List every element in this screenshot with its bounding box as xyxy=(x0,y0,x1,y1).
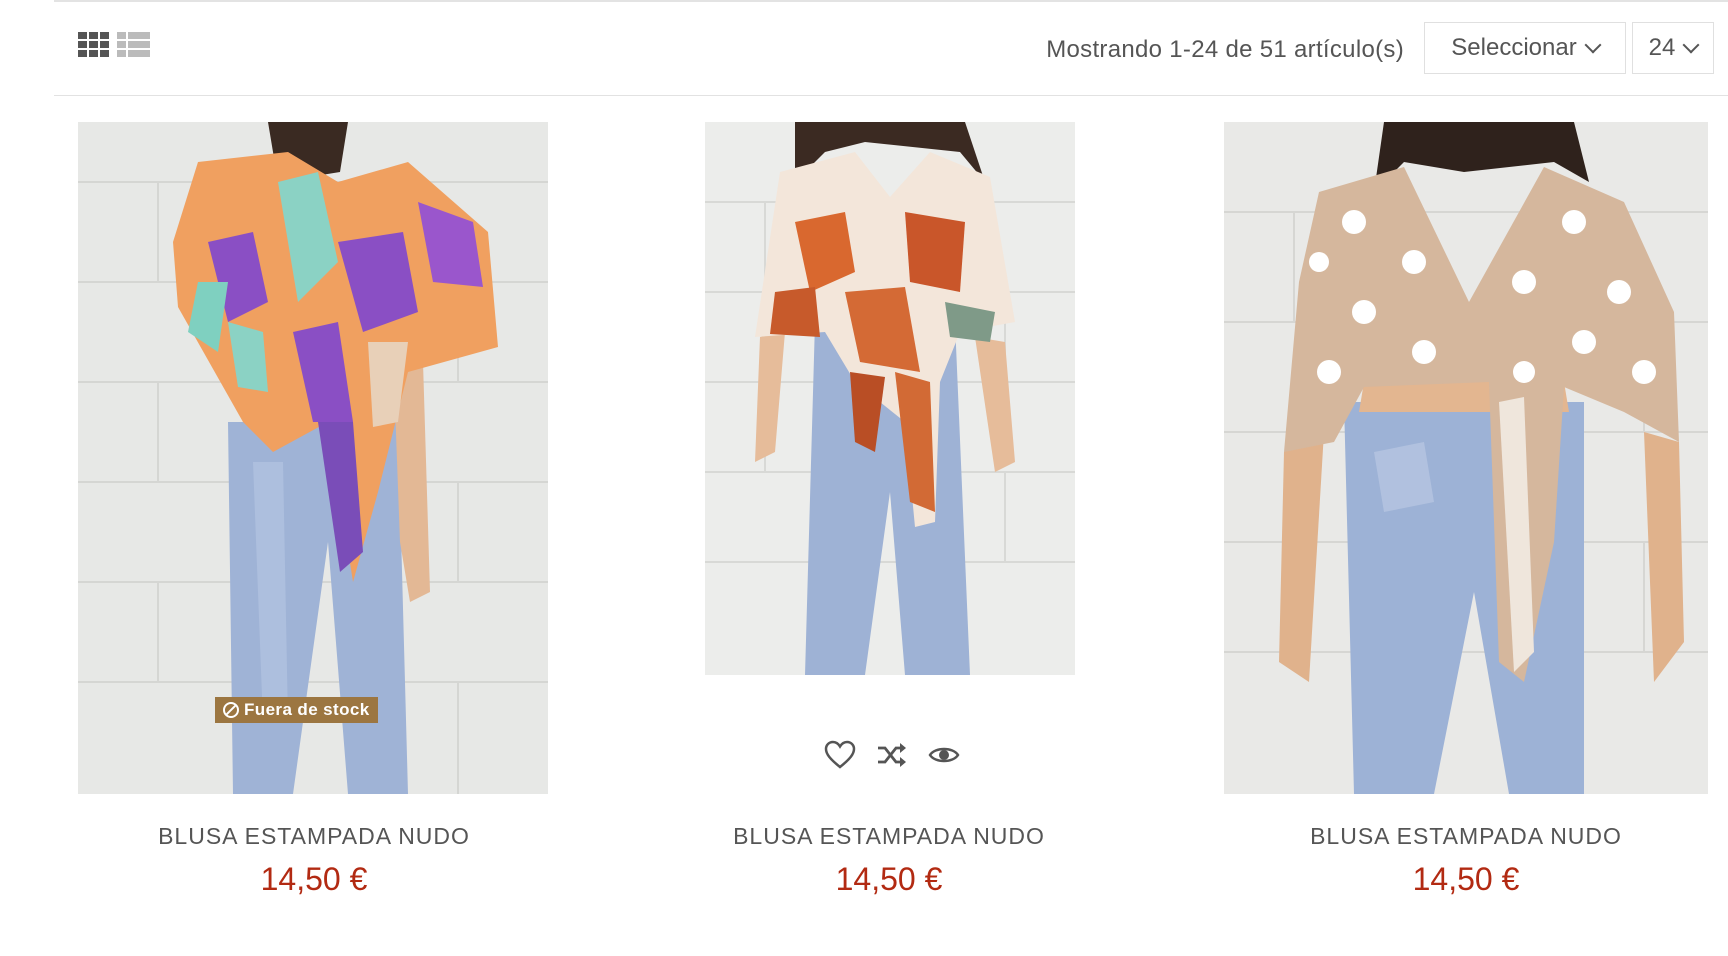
product-price: 14,50 € xyxy=(1412,861,1520,897)
grid-view-icon[interactable] xyxy=(78,32,109,57)
product-actions xyxy=(824,740,960,770)
product-price: 14,50 € xyxy=(260,861,368,897)
product-photo xyxy=(78,122,548,794)
sort-select-label: Seleccionar xyxy=(1451,34,1577,61)
ban-icon xyxy=(223,702,239,718)
product-price: 14,50 € xyxy=(835,861,943,897)
product-image[interactable] xyxy=(1224,122,1708,794)
product-name[interactable]: BLUSA ESTAMPADA NUDO xyxy=(1206,823,1726,850)
product-photo xyxy=(705,122,1075,675)
list-view-icon[interactable] xyxy=(117,32,150,57)
sort-select[interactable]: Seleccionar xyxy=(1424,22,1626,74)
view-switcher xyxy=(78,32,150,57)
eye-icon[interactable] xyxy=(928,743,960,767)
product-image[interactable] xyxy=(705,122,1075,675)
chevron-down-icon xyxy=(1682,36,1700,54)
heart-icon[interactable] xyxy=(824,740,856,770)
product-image[interactable]: Fuera de stock xyxy=(78,122,548,794)
results-count: Mostrando 1-24 de 51 artículo(s) xyxy=(1046,36,1404,63)
per-page-label: 24 xyxy=(1648,34,1676,61)
chevron-down-icon xyxy=(1584,36,1602,54)
per-page-select[interactable]: 24 xyxy=(1632,22,1714,74)
out-of-stock-badge: Fuera de stock xyxy=(215,697,378,723)
badge-label: Fuera de stock xyxy=(244,700,370,719)
product-photo xyxy=(1224,122,1708,794)
product-name[interactable]: BLUSA ESTAMPADA NUDO xyxy=(629,823,1149,850)
compare-icon[interactable] xyxy=(876,741,908,769)
product-name[interactable]: BLUSA ESTAMPADA NUDO xyxy=(54,823,574,850)
listing-toolbar: Mostrando 1-24 de 51 artículo(s) Selecci… xyxy=(54,2,1728,96)
